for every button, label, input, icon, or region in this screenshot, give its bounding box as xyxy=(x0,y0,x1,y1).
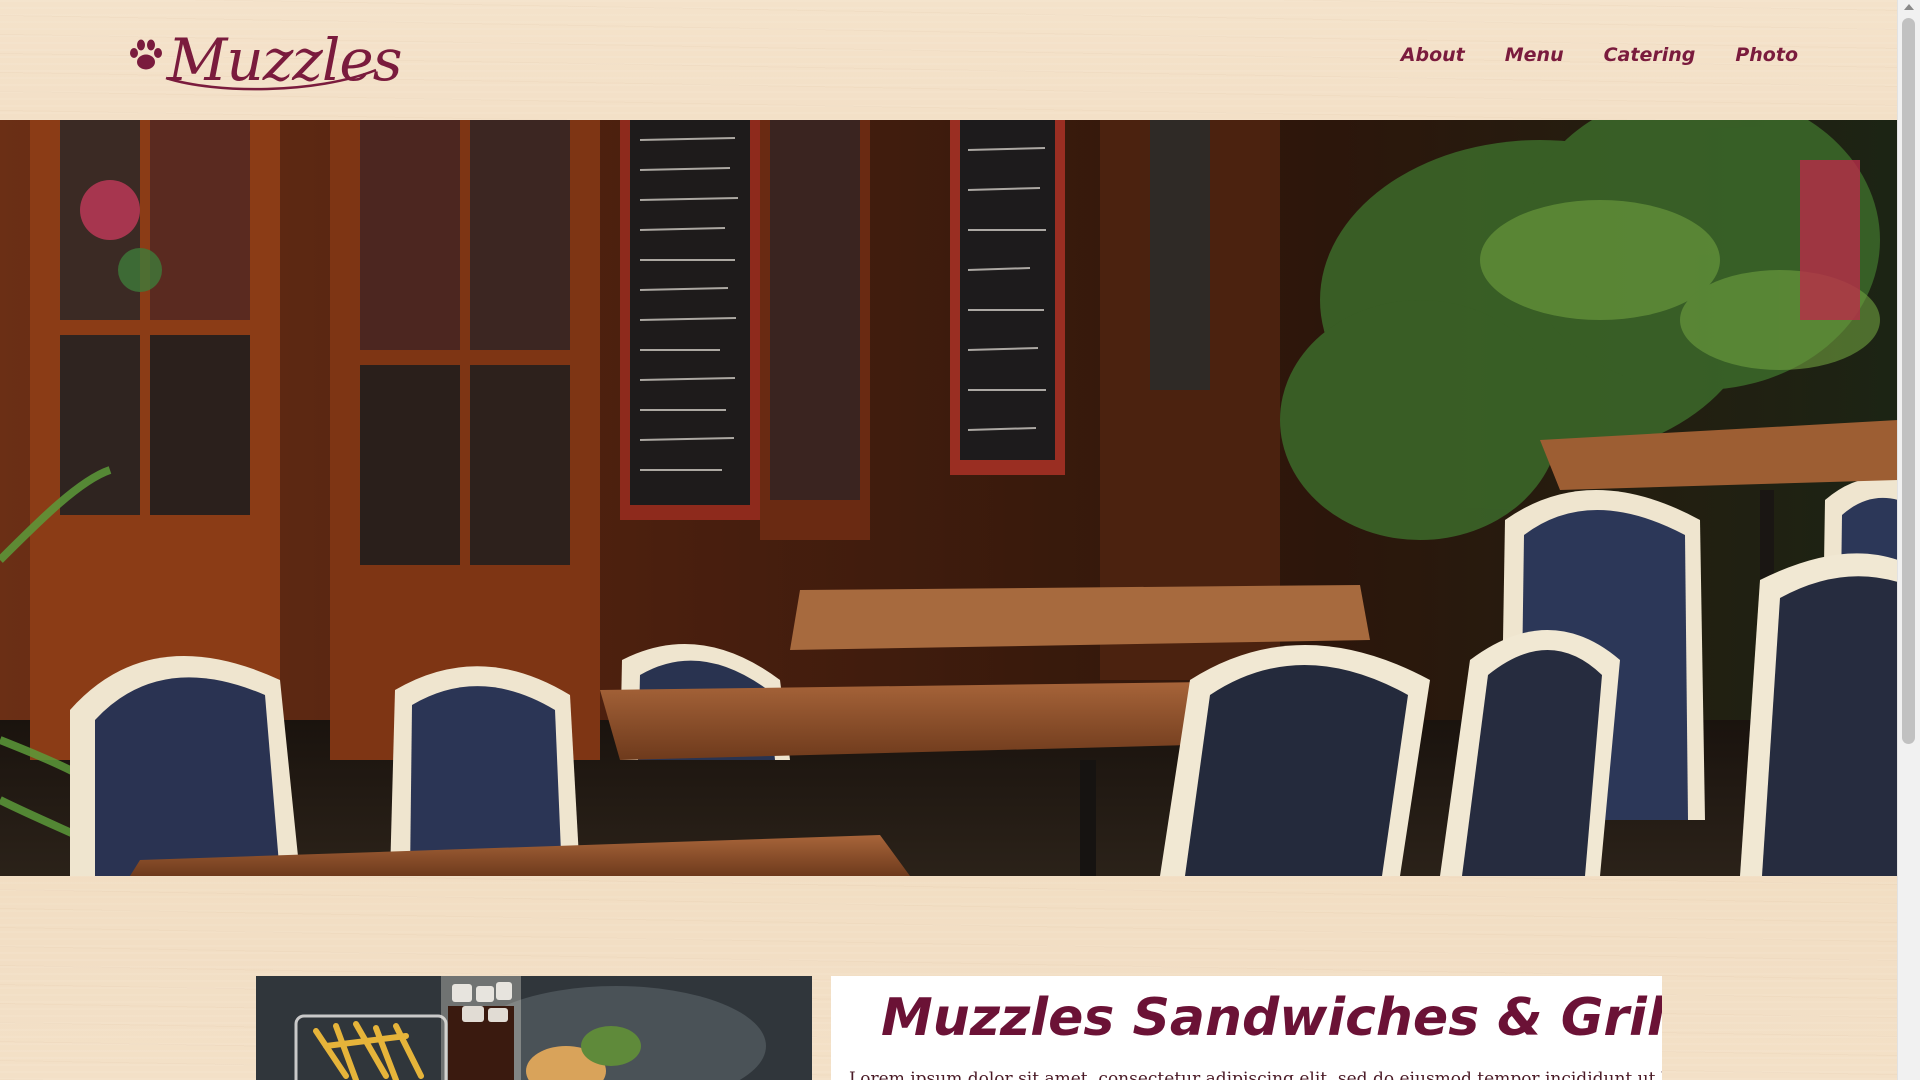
page-scrollbar[interactable] xyxy=(1897,0,1920,1080)
intro-card: Muzzles Sandwiches & Grill Lorem ipsum d… xyxy=(831,976,1662,1080)
nav-link-photo[interactable]: Photo xyxy=(1735,44,1798,66)
logo-text: Muzzles xyxy=(168,26,402,94)
scroll-thumb[interactable] xyxy=(1902,18,1915,744)
logo-link[interactable]: Muzzles xyxy=(126,20,402,100)
nav-link-menu[interactable]: Menu xyxy=(1505,44,1564,66)
cafe-terrace-illustration xyxy=(0,120,1898,876)
hero-image xyxy=(0,120,1898,876)
food-image xyxy=(256,976,812,1080)
paw-icon xyxy=(130,39,162,70)
nav-link-about[interactable]: About xyxy=(1401,44,1465,66)
nav-link-catering[interactable]: Catering xyxy=(1604,44,1696,66)
intro-title: Muzzles Sandwiches & Grill xyxy=(881,988,1662,1048)
fries-and-drink-illustration xyxy=(256,976,812,1080)
main-nav: About Menu Catering Photo xyxy=(1401,44,1798,66)
site-header: Muzzles About Menu Catering Photo xyxy=(0,0,1898,120)
scroll-up-arrow-icon[interactable] xyxy=(1904,4,1914,10)
intro-body: Lorem ipsum dolor sit amet, consectetur … xyxy=(849,1069,1662,1080)
